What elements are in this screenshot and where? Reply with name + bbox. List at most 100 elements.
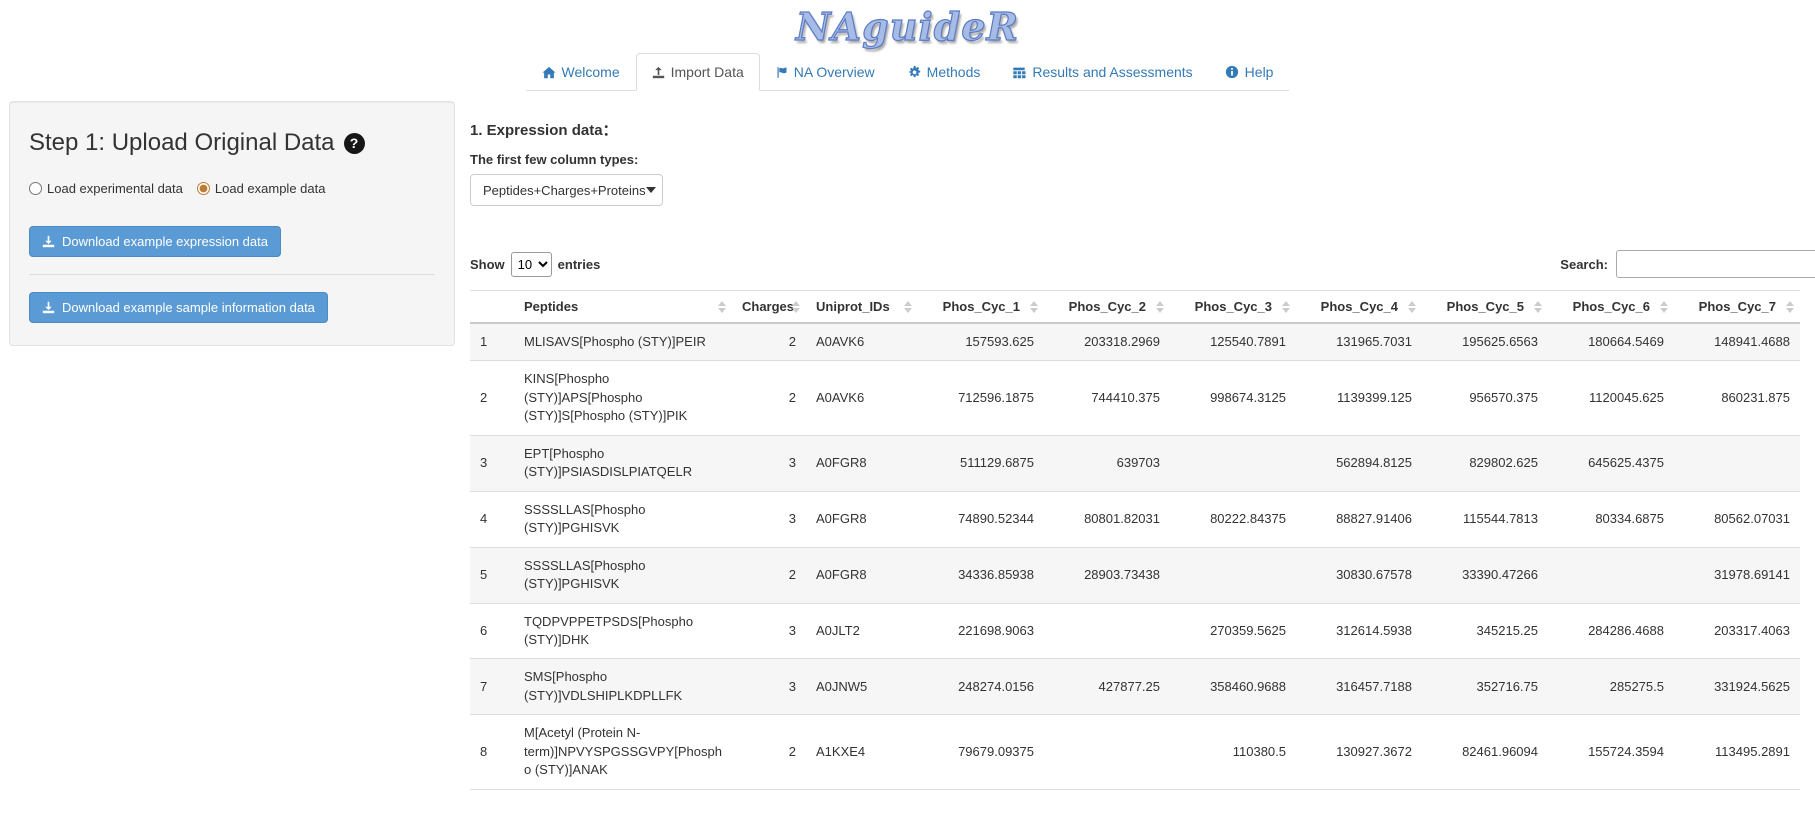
table-cell: 125540.7891 xyxy=(1170,323,1296,361)
table-icon xyxy=(1012,66,1026,79)
table-row[interactable]: 6TQDPVPPETPSDS[Phospho (STY)]DHK3A0JLT22… xyxy=(470,603,1800,659)
column-header-phos_cyc_6[interactable]: Phos_Cyc_6 xyxy=(1548,291,1674,324)
table-row[interactable]: 1MLISAVS[Phospho (STY)]PEIR2A0AVK6157593… xyxy=(470,323,1800,361)
table-cell: 860231.875 xyxy=(1674,361,1800,435)
column-header-charges[interactable]: Charges xyxy=(732,291,806,324)
table-cell: A0JNW5 xyxy=(806,659,918,715)
table-cell: 285275.5 xyxy=(1548,659,1674,715)
column-header-phos_cyc_3[interactable]: Phos_Cyc_3 xyxy=(1170,291,1296,324)
column-header-label: Phos_Cyc_1 xyxy=(943,299,1020,314)
table-cell: 203318.2969 xyxy=(1044,323,1170,361)
search-input[interactable] xyxy=(1616,250,1815,278)
table-header: Peptides Charges Uniprot_IDs Phos_Cyc_1 Phos… xyxy=(470,291,1800,324)
table-cell: 645625.4375 xyxy=(1548,435,1674,491)
sort-icon xyxy=(904,301,912,313)
radio-option-experimental[interactable]: Load experimental data xyxy=(29,181,183,196)
table-cell: 80334.6875 xyxy=(1548,491,1674,547)
page-length-control: Show 10 entries xyxy=(470,252,600,277)
download-icon xyxy=(42,235,55,248)
entries-label: entries xyxy=(558,257,601,272)
table-cell: 180664.5469 xyxy=(1548,323,1674,361)
tab-help[interactable]: Help xyxy=(1209,53,1290,91)
table-cell: 312614.5938 xyxy=(1296,603,1422,659)
table-cell: SMS[Phospho (STY)]VDLSHIPLKDPLLFK xyxy=(514,659,732,715)
column-header-phos_cyc_1[interactable]: Phos_Cyc_1 xyxy=(918,291,1044,324)
table-cell: MLISAVS[Phospho (STY)]PEIR xyxy=(514,323,732,361)
column-types-select[interactable]: Peptides+Charges+Proteins xyxy=(470,174,663,206)
sort-icon xyxy=(718,301,726,313)
tab-welcome[interactable]: Welcome xyxy=(526,53,636,91)
show-label: Show xyxy=(470,257,505,272)
tab-na-overview[interactable]: NA Overview xyxy=(760,53,891,91)
tab-methods[interactable]: Methods xyxy=(891,53,997,91)
table-cell xyxy=(1170,547,1296,603)
table-body: 1MLISAVS[Phospho (STY)]PEIR2A0AVK6157593… xyxy=(470,323,1800,789)
tab-label: NA Overview xyxy=(794,64,875,80)
radio-option-example[interactable]: Load example data xyxy=(197,181,326,196)
question-circle-icon[interactable]: ? xyxy=(344,133,365,154)
section-title: 1. Expression data： xyxy=(470,119,1800,140)
panel-divider xyxy=(29,274,435,275)
column-header-peptides[interactable]: Peptides xyxy=(514,291,732,324)
table-row[interactable]: 3EPT[Phospho (STY)]PSIASDISLPIATQELR3A0F… xyxy=(470,435,1800,491)
row-index-cell: 7 xyxy=(470,659,514,715)
expression-data-table: Peptides Charges Uniprot_IDs Phos_Cyc_1 Phos… xyxy=(470,290,1800,790)
row-index-cell: 1 xyxy=(470,323,514,361)
table-row[interactable]: 5SSSSLLAS[Phospho (STY)]PGHISVK2A0FGR834… xyxy=(470,547,1800,603)
column-types-selected-value: Peptides+Charges+Proteins xyxy=(483,183,646,198)
column-header-label: Peptides xyxy=(524,299,578,314)
sort-icon xyxy=(1282,301,1290,313)
table-cell: 130927.3672 xyxy=(1296,715,1422,789)
upload-panel: Step 1: Upload Original Data ? Load expe… xyxy=(9,101,455,346)
table-cell: SSSSLLAS[Phospho (STY)]PGHISVK xyxy=(514,547,732,603)
table-cell: A0AVK6 xyxy=(806,323,918,361)
table-cell: 427877.25 xyxy=(1044,659,1170,715)
table-cell: A0JLT2 xyxy=(806,603,918,659)
import-data-panel: 1. Expression data： The first few column… xyxy=(455,101,1815,790)
table-cell: A1KXE4 xyxy=(806,715,918,789)
sort-icon xyxy=(1030,301,1038,313)
column-header-label: Phos_Cyc_6 xyxy=(1573,299,1650,314)
table-cell: 3 xyxy=(732,491,806,547)
tab-results[interactable]: Results and Assessments xyxy=(996,53,1208,91)
table-cell: 3 xyxy=(732,435,806,491)
column-header-phos_cyc_4[interactable]: Phos_Cyc_4 xyxy=(1296,291,1422,324)
table-cell: 30830.67578 xyxy=(1296,547,1422,603)
column-header-phos_cyc_2[interactable]: Phos_Cyc_2 xyxy=(1044,291,1170,324)
download-expression-data-button[interactable]: Download example expression data xyxy=(29,226,281,257)
info-circle-icon xyxy=(1225,65,1239,79)
download-sample-info-button[interactable]: Download example sample information data xyxy=(29,292,328,323)
row-index-cell: 8 xyxy=(470,715,514,789)
table-row[interactable]: 2KINS[Phospho (STY)]APS[Phospho (STY)]S[… xyxy=(470,361,1800,435)
table-cell: 221698.9063 xyxy=(918,603,1044,659)
table-cell: 511129.6875 xyxy=(918,435,1044,491)
tab-import-data[interactable]: Import Data xyxy=(636,53,760,91)
sort-icon xyxy=(1408,301,1416,313)
column-header-phos_cyc_5[interactable]: Phos_Cyc_5 xyxy=(1422,291,1548,324)
table-cell: A0AVK6 xyxy=(806,361,918,435)
table-cell xyxy=(1044,603,1170,659)
column-header-label: Uniprot_IDs xyxy=(816,299,890,314)
table-cell xyxy=(1674,435,1800,491)
table-cell: 80222.84375 xyxy=(1170,491,1296,547)
table-cell: 3 xyxy=(732,659,806,715)
table-row[interactable]: 7SMS[Phospho (STY)]VDLSHIPLKDPLLFK3A0JNW… xyxy=(470,659,1800,715)
upload-icon xyxy=(652,66,665,79)
app-logo: NAguideR xyxy=(796,4,1019,49)
table-row[interactable]: 8M[Acetyl (Protein N-term)]NPVYSPGSSGVPY… xyxy=(470,715,1800,789)
gears-icon xyxy=(907,65,921,79)
radio-input-experimental[interactable] xyxy=(29,182,42,195)
table-cell: 1139399.125 xyxy=(1296,361,1422,435)
radio-input-example[interactable] xyxy=(197,182,210,195)
tab-label: Import Data xyxy=(671,64,744,80)
table-cell: 284286.4688 xyxy=(1548,603,1674,659)
search-control: Search: xyxy=(1560,250,1815,278)
column-header-uniprot_ids[interactable]: Uniprot_IDs xyxy=(806,291,918,324)
header: NAguideR xyxy=(0,0,1815,50)
column-header-phos_cyc_7[interactable]: Phos_Cyc_7 xyxy=(1674,291,1800,324)
table-cell: 2 xyxy=(732,361,806,435)
page-length-select[interactable]: 10 xyxy=(511,252,552,277)
column-header-label: Charges xyxy=(742,299,794,314)
table-row[interactable]: 4SSSSLLAS[Phospho (STY)]PGHISVK3A0FGR874… xyxy=(470,491,1800,547)
naguider-app: NAguideR Welcome Import Data NA Overview Me… xyxy=(0,0,1815,826)
